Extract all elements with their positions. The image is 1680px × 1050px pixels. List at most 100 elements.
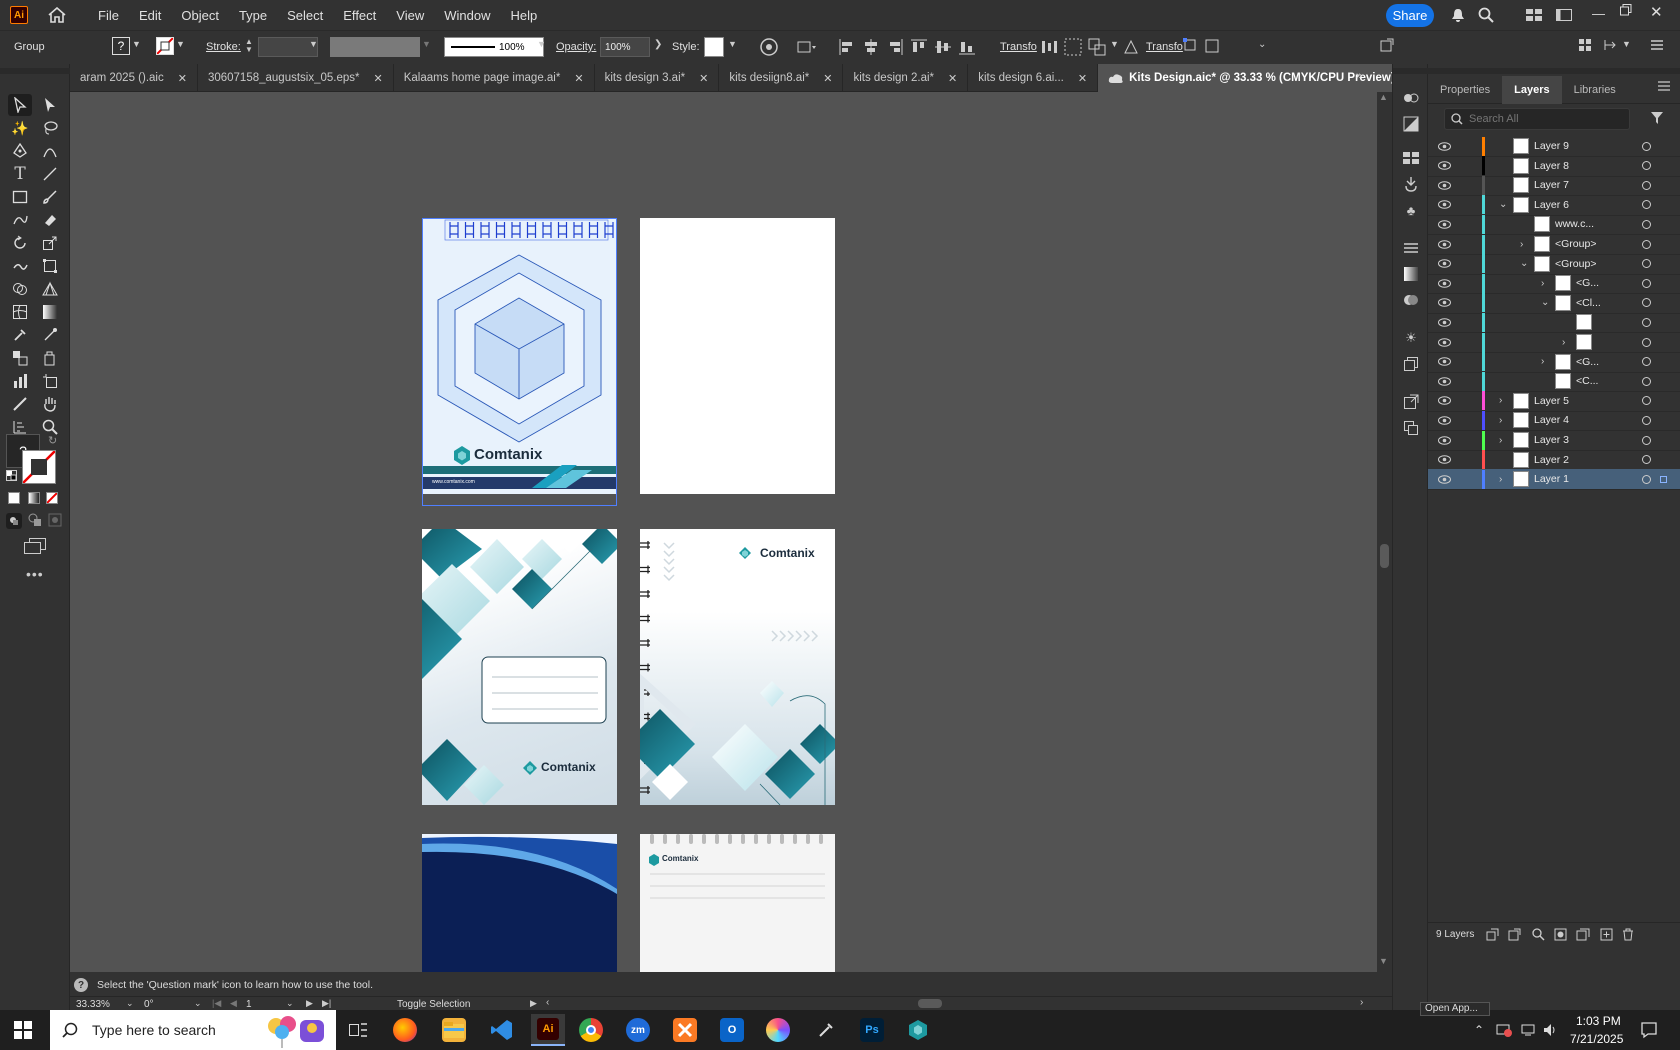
expand-chevron-icon[interactable]: › <box>1562 337 1565 348</box>
menu-window[interactable]: Window <box>434 8 500 23</box>
target-circle-icon[interactable] <box>1642 141 1651 151</box>
expand-chevron-icon[interactable]: › <box>1499 395 1502 406</box>
illustrator-taskbar-icon[interactable]: Ai <box>531 1014 565 1046</box>
artboard-2[interactable] <box>640 218 835 494</box>
blend-tool-icon[interactable] <box>8 347 32 369</box>
warp-tool-icon[interactable] <box>8 255 32 277</box>
artboard-3[interactable]: Comtanix <box>422 529 617 805</box>
target-circle-icon[interactable] <box>1642 376 1651 386</box>
draw-behind-icon[interactable] <box>28 513 42 527</box>
last-artboard-icon[interactable]: ▶| <box>322 998 331 1009</box>
align-bottom-icon[interactable] <box>958 38 976 56</box>
layer-row[interactable]: Layer 2 <box>1428 450 1680 471</box>
align-to-icon[interactable] <box>796 38 818 56</box>
menu-file[interactable]: File <box>88 8 129 23</box>
target-circle-icon[interactable] <box>1642 415 1651 425</box>
target-circle-icon[interactable] <box>1642 298 1651 308</box>
target-circle-icon[interactable] <box>1642 259 1651 269</box>
network-alert-icon[interactable] <box>1496 1022 1512 1038</box>
outlook-icon[interactable]: O <box>720 1018 744 1042</box>
expand-chevron-icon[interactable]: › <box>1520 239 1523 250</box>
align-top-icon[interactable] <box>910 38 928 56</box>
panel-tab-libraries[interactable]: Libraries <box>1562 76 1628 104</box>
color-mode-icon[interactable] <box>8 492 20 504</box>
visibility-eye-icon[interactable] <box>1438 141 1451 151</box>
status-mode[interactable]: Toggle Selection <box>397 999 470 1010</box>
panel-tab-layers[interactable]: Layers <box>1502 75 1562 104</box>
layer-row[interactable]: › Layer 3 <box>1428 430 1680 451</box>
align-center-icon[interactable] <box>862 38 880 56</box>
fill-dropdown-chevron-icon[interactable]: ▼ <box>132 39 141 49</box>
pathfinder-icon[interactable] <box>1088 38 1106 56</box>
artboard-4[interactable]: Comtanix <box>640 529 835 805</box>
image-trace-icon[interactable] <box>1402 116 1420 132</box>
document-tab[interactable]: Kits Design.aic* @ 33.33 % (CMYK/CPU Pre… <box>1098 64 1429 92</box>
visibility-eye-icon[interactable] <box>1438 200 1451 210</box>
brushes-icon[interactable] <box>1402 176 1420 192</box>
stroke-dropdown-chevron-icon[interactable]: ▼ <box>176 39 185 49</box>
layer-name[interactable]: <Group> <box>1555 258 1596 270</box>
measure-tool-icon[interactable] <box>38 324 62 346</box>
type-tool-icon[interactable]: T <box>8 163 32 185</box>
transform-chevron-icon[interactable]: ▼ <box>1622 39 1631 49</box>
close-tab-icon[interactable]: ✕ <box>1078 72 1087 85</box>
zoom-chevron-icon[interactable]: ⌄ <box>126 998 134 1009</box>
default-colors-icon[interactable] <box>6 470 17 481</box>
variable-width-profile[interactable] <box>330 37 420 57</box>
canvas[interactable]: Comtanix www.comtanix.com Comtanix Comta… <box>70 92 1377 972</box>
target-circle-icon[interactable] <box>1642 455 1651 465</box>
volume-icon[interactable] <box>1542 1022 1558 1038</box>
restore-icon[interactable] <box>1620 4 1632 16</box>
scroll-left-icon[interactable]: ‹ <box>546 997 549 1008</box>
question-mark-icon[interactable]: ? <box>74 978 88 992</box>
layer-row[interactable]: Layer 7 <box>1428 175 1680 197</box>
minimize-icon[interactable]: — <box>1592 6 1605 21</box>
artboard-number[interactable]: 1 <box>246 999 252 1010</box>
target-circle-icon[interactable] <box>1642 317 1651 327</box>
document-tab[interactable]: kits design 6.ai... ✕ <box>968 64 1099 92</box>
workspace-icon[interactable] <box>1556 9 1572 21</box>
mesh-tool-icon[interactable] <box>8 301 32 323</box>
layer-name[interactable]: <Cl... <box>1576 297 1601 309</box>
transform-label-1[interactable]: Transfo <box>1000 41 1037 53</box>
align-right-icon[interactable] <box>886 38 904 56</box>
menu-select[interactable]: Select <box>277 8 333 23</box>
vscode-icon[interactable] <box>490 1018 514 1042</box>
visibility-eye-icon[interactable] <box>1438 220 1451 229</box>
artboard-5[interactable] <box>422 834 617 972</box>
symbols-icon[interactable]: ♣ <box>1402 202 1420 218</box>
target-circle-icon[interactable] <box>1642 357 1651 367</box>
chrome-icon[interactable] <box>579 1018 603 1042</box>
scroll-up-icon[interactable]: ▲ <box>1379 92 1388 102</box>
direct-selection-tool-icon[interactable] <box>38 94 62 116</box>
document-tab[interactable]: aram 2025 ().aic ✕ <box>70 64 198 92</box>
artboard-6[interactable]: Comtanix <box>640 834 835 972</box>
stroke-label[interactable]: Stroke: <box>206 41 241 53</box>
visibility-eye-icon[interactable] <box>1438 318 1451 327</box>
close-tab-icon[interactable]: ✕ <box>699 72 708 85</box>
layer-row[interactable]: ⌄ <Cl... <box>1428 293 1680 314</box>
layers-search-input[interactable] <box>1469 113 1619 125</box>
distribute-spacing-icon[interactable] <box>1064 38 1082 56</box>
collapse-chevron-icon[interactable]: ⌄ <box>1541 297 1549 308</box>
align-left-icon[interactable] <box>838 38 856 56</box>
layer-row[interactable]: Layer 9 <box>1428 136 1680 157</box>
close-window-icon[interactable]: ✕ <box>1650 3 1663 21</box>
document-tab[interactable]: kits desiign8.ai* ✕ <box>719 64 844 92</box>
file-explorer-icon[interactable] <box>442 1018 466 1042</box>
opacity-chevron-icon[interactable]: ❯ <box>654 39 662 50</box>
stroke-weight-stepper[interactable]: ▲ ▼ <box>245 38 253 54</box>
symbol-sprayer-tool-icon[interactable] <box>38 347 62 369</box>
layer-name[interactable]: Layer 5 <box>1534 395 1569 407</box>
lasso-tool-icon[interactable] <box>38 117 62 139</box>
layer-row[interactable]: › Layer 5 <box>1428 391 1680 412</box>
visibility-eye-icon[interactable] <box>1438 435 1451 445</box>
edit-toolbar-icon[interactable]: ••• <box>26 566 44 582</box>
menu-object[interactable]: Object <box>171 8 229 23</box>
gradient-panel-icon[interactable] <box>1402 266 1420 282</box>
collapse-chevron-icon[interactable]: ⌄ <box>1520 258 1528 269</box>
layer-name[interactable]: <Group> <box>1555 238 1596 250</box>
shape-builder-tool-icon[interactable] <box>8 278 32 300</box>
layer-row[interactable]: ⌄ <Group> <box>1428 254 1680 275</box>
edit-clipping-icon[interactable] <box>1204 38 1220 54</box>
